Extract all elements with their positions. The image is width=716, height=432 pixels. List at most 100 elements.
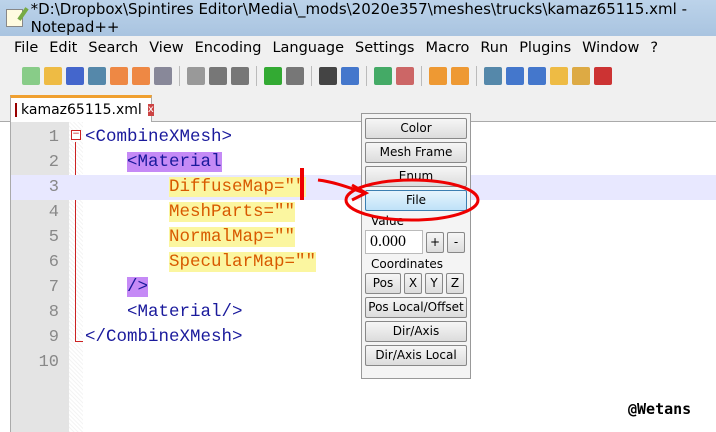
x-button[interactable]: X — [404, 273, 422, 294]
toolbar-button-icon[interactable] — [341, 67, 359, 85]
toolbar-button-icon[interactable] — [132, 67, 150, 85]
code-text: SpecularMap="" — [85, 250, 317, 275]
code-token: NormalMap="" — [169, 227, 296, 247]
line-number: 2 — [48, 153, 59, 172]
value-input[interactable]: 0.000 — [365, 230, 423, 254]
code-token: SpecularMap="" — [169, 252, 317, 272]
toolbar-separator — [366, 66, 367, 86]
color-button[interactable]: Color — [365, 118, 467, 139]
line-number: 7 — [48, 278, 59, 297]
title-bar: *D:\Dropbox\Spintires Editor\Media\_mods… — [0, 0, 716, 36]
notepad-icon — [6, 9, 23, 27]
window-title: *D:\Dropbox\Spintires Editor\Media\_mods… — [30, 0, 687, 36]
toolbar-button-icon[interactable] — [594, 67, 612, 85]
y-button[interactable]: Y — [425, 273, 443, 294]
close-tab-icon[interactable]: x — [147, 104, 154, 116]
code-token: DiffuseMap="" — [169, 177, 306, 197]
menu-bar: File Edit Search View Encoding Language Settin… — [0, 36, 716, 60]
enum-button[interactable]: Enum — [365, 166, 467, 187]
line-number: 4 — [48, 203, 59, 222]
z-button[interactable]: Z — [446, 273, 464, 294]
toolbar-button-icon[interactable] — [209, 67, 227, 85]
dir-axis-button[interactable]: Dir/Axis — [365, 321, 467, 342]
code-token: <Material/> — [127, 302, 243, 322]
pos-local-offset-button[interactable]: Pos Local/Offset — [365, 297, 467, 318]
code-text: /> — [85, 275, 149, 300]
toolbar-button-icon[interactable] — [88, 67, 106, 85]
menu-plugins[interactable]: Plugins — [519, 40, 571, 56]
menu-window[interactable]: Window — [582, 40, 639, 56]
menu-view[interactable]: View — [149, 40, 183, 56]
toolbar-button-icon[interactable] — [429, 67, 447, 85]
property-panel: Color Mesh Frame Enum File Value 0.000 + -… — [361, 113, 471, 379]
code-text: MeshParts="" — [85, 200, 296, 225]
unsaved-file-icon — [15, 103, 17, 117]
toolbar-separator — [179, 66, 180, 86]
code-text: DiffuseMap="" — [85, 175, 306, 200]
code-text: NormalMap="" — [85, 225, 296, 250]
toolbar-button-icon[interactable] — [286, 67, 304, 85]
decrement-button[interactable]: - — [447, 231, 465, 253]
line-number: 8 — [48, 303, 59, 322]
line-number: 6 — [48, 253, 59, 272]
toolbar-button-icon[interactable] — [572, 67, 590, 85]
mesh-frame-button[interactable]: Mesh Frame — [365, 142, 467, 163]
toolbar-button-icon[interactable] — [484, 67, 502, 85]
menu-language[interactable]: Language — [272, 40, 344, 56]
toolbar-button-icon[interactable] — [187, 67, 205, 85]
menu-edit[interactable]: Edit — [49, 40, 77, 56]
menu-encoding[interactable]: Encoding — [195, 40, 262, 56]
coordinates-label: Coordinates — [371, 257, 444, 271]
toolbar-separator — [311, 66, 312, 86]
toolbar-button-icon[interactable] — [264, 67, 282, 85]
tab-bar: kamaz65115.xml x — [0, 92, 716, 122]
toolbar-separator — [421, 66, 422, 86]
code-token: MeshParts="" — [169, 202, 296, 222]
toolbar-separator — [256, 66, 257, 86]
menu-run[interactable]: Run — [480, 40, 508, 56]
pos-button[interactable]: Pos — [365, 273, 401, 294]
toolbar-button-icon[interactable] — [66, 67, 84, 85]
toolbar-button-icon[interactable] — [374, 67, 392, 85]
value-label: Value — [371, 214, 404, 228]
tab-label: kamaz65115.xml — [21, 102, 142, 118]
toolbar-button-icon[interactable] — [110, 67, 128, 85]
line-number: 9 — [48, 328, 59, 347]
toolbar-button-icon[interactable] — [231, 67, 249, 85]
tab-kamaz65115[interactable]: kamaz65115.xml x — [10, 95, 154, 122]
line-number: 10 — [38, 353, 59, 372]
line-number: 1 — [48, 128, 59, 147]
toolbar-button-icon[interactable] — [528, 67, 546, 85]
increment-button[interactable]: + — [426, 231, 444, 253]
code-token: </CombineXMesh> — [85, 327, 243, 347]
toolbar-button-icon[interactable] — [396, 67, 414, 85]
code-text: <Material — [85, 150, 222, 175]
dir-axis-local-button[interactable]: Dir/Axis Local — [365, 345, 467, 366]
toolbar-button-icon[interactable] — [550, 67, 568, 85]
toolbar-button-icon[interactable] — [506, 67, 524, 85]
code-text: <Material/> — [85, 300, 243, 325]
file-button[interactable]: File — [365, 190, 467, 211]
menu-help[interactable]: ? — [650, 40, 658, 56]
menu-settings[interactable]: Settings — [355, 40, 414, 56]
toolbar-button-icon[interactable] — [319, 67, 337, 85]
toolbar-separator — [476, 66, 477, 86]
toolbar-button-icon[interactable] — [44, 67, 62, 85]
menu-search[interactable]: Search — [88, 40, 138, 56]
code-text: </CombineXMesh> — [85, 325, 243, 350]
toolbar-button-icon[interactable] — [154, 67, 172, 85]
code-token: /> — [127, 277, 149, 297]
menu-macro[interactable]: Macro — [425, 40, 469, 56]
toolbar-button-icon[interactable] — [22, 67, 40, 85]
toolbar-button-icon[interactable] — [451, 67, 469, 85]
toolbar — [0, 60, 716, 92]
line-number: 3 — [48, 178, 59, 197]
menu-file[interactable]: File — [14, 40, 38, 56]
